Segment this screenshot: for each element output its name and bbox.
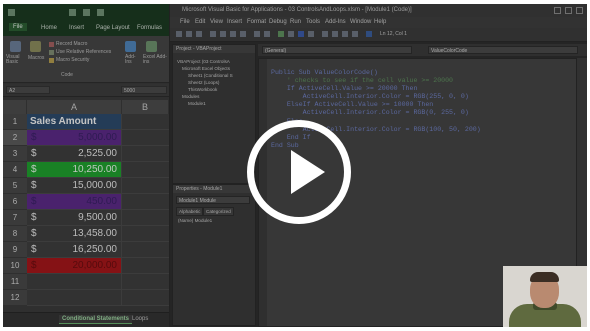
video-thumbnail: File Home Insert Page Layout Formulas Vi… xyxy=(0,0,590,331)
play-icon xyxy=(291,150,325,194)
presenter-webcam xyxy=(503,266,587,327)
video-player[interactable]: File Home Insert Page Layout Formulas Vi… xyxy=(3,4,587,327)
play-button[interactable] xyxy=(247,120,351,224)
